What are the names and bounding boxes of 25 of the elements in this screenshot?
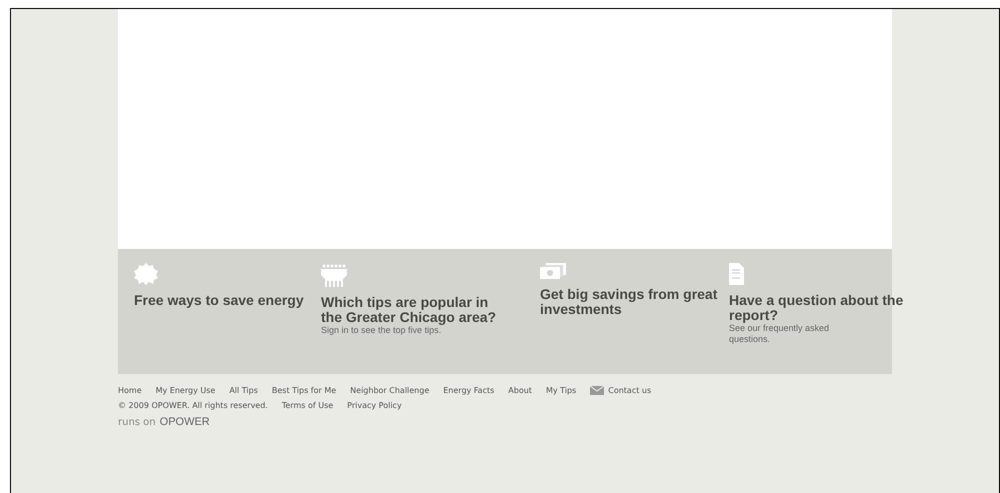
- money-icon: [540, 263, 566, 279]
- runs-on-text: runs on: [118, 417, 156, 428]
- feature-note: Sign in to see the top five tips.: [321, 325, 442, 336]
- feature-title[interactable]: Free ways to save energy: [134, 293, 314, 308]
- feature-note: See our frequently asked questions.: [729, 323, 830, 345]
- crowd-icon: [321, 263, 347, 287]
- mail-icon: [590, 386, 604, 395]
- document-icon: [729, 263, 744, 285]
- nav-link[interactable]: All Tips: [229, 386, 258, 395]
- legal-link[interactable]: Terms of Use: [282, 401, 334, 410]
- feature-title[interactable]: Get big savings from great investments: [540, 287, 720, 317]
- nav-link[interactable]: Neighbor Challenge: [350, 386, 430, 395]
- nav-link[interactable]: My Tips: [546, 386, 576, 395]
- brand-logo[interactable]: OPOWER: [160, 416, 210, 428]
- copyright-text: © 2009 OPOWER. All rights reserved.: [118, 401, 268, 410]
- nav-link[interactable]: About: [508, 386, 532, 395]
- nav-link[interactable]: Contact us: [590, 386, 652, 395]
- feature-title[interactable]: Have a question about the report?: [729, 293, 909, 323]
- nav-link[interactable]: Best Tips for Me: [272, 386, 336, 395]
- legal-link[interactable]: Privacy Policy: [347, 401, 402, 410]
- nav-link[interactable]: Energy Facts: [443, 386, 494, 395]
- badge-icon: [134, 263, 158, 285]
- nav-link[interactable]: Home: [118, 386, 142, 395]
- nav-link[interactable]: My Energy Use: [156, 386, 216, 395]
- feature-title[interactable]: Which tips are popular in the Greater Chicago area?: [321, 295, 501, 325]
